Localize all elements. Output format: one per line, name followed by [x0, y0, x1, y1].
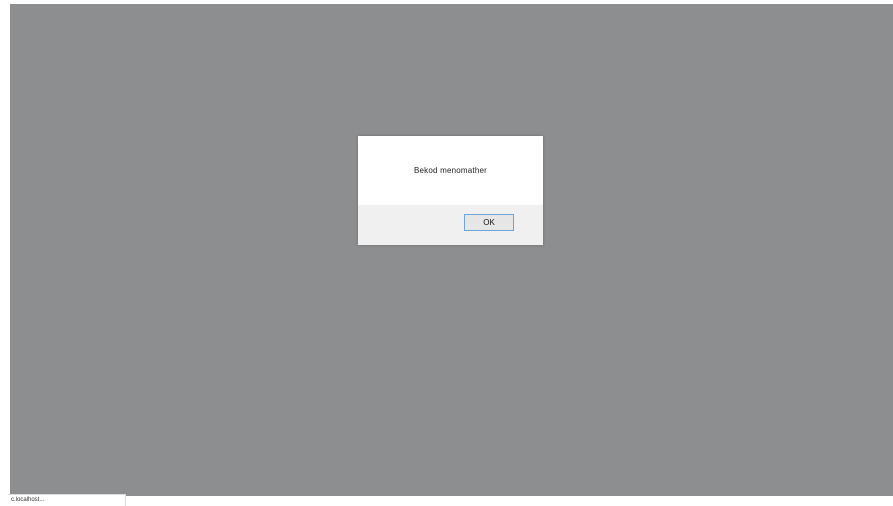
modal-overlay — [10, 4, 893, 496]
status-url-text: c.localhost... — [8, 494, 126, 506]
ok-button[interactable]: OK — [464, 214, 514, 231]
dialog-body: Bekod menomather — [358, 136, 543, 205]
dialog-message: Bekod menomather — [413, 166, 488, 175]
dialog-footer: OK — [358, 205, 543, 245]
alert-dialog: Bekod menomather OK — [358, 136, 543, 245]
status-bar — [0, 496, 893, 506]
